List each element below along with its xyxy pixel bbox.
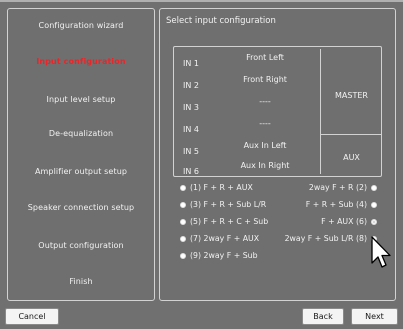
option-3-radio[interactable]: (3) F + R + Sub L/R — [180, 200, 266, 209]
step-speaker-connection-setup[interactable]: Speaker connection setup — [8, 194, 154, 220]
step-configuration-wizard[interactable]: Configuration wizard — [8, 12, 154, 38]
option-label: (7) 2way F + AUX — [190, 234, 260, 243]
step-finish[interactable]: Finish — [8, 268, 154, 294]
channel-name: ---- — [259, 97, 271, 106]
option-label: F + AUX (6) — [321, 217, 367, 226]
step-input-level-setup[interactable]: Input level setup — [8, 86, 154, 112]
channel-name: Aux In Right — [240, 161, 290, 170]
option-4-radio[interactable]: F + R + Sub (4) — [306, 200, 377, 209]
input-label: IN 2 — [183, 81, 199, 90]
option-9-radio[interactable]: (9) 2way F + Sub — [180, 251, 258, 260]
radio-icon[interactable] — [180, 184, 186, 191]
option-2-radio[interactable]: 2way F + R (2) — [309, 183, 377, 192]
input-label: IN 6 — [183, 167, 199, 176]
cancel-button[interactable]: Cancel — [5, 308, 59, 325]
input-label: IN 5 — [183, 147, 199, 156]
wizard-steps-panel: Configuration wizard Input configuration… — [7, 8, 155, 301]
step-input-configuration[interactable]: Input configuration — [8, 48, 154, 74]
option-7-radio[interactable]: (7) 2way F + AUX — [180, 234, 259, 243]
option-label: (1) F + R + AUX — [190, 183, 253, 192]
radio-icon[interactable] — [371, 184, 377, 191]
next-button[interactable]: Next — [351, 308, 398, 325]
radio-icon[interactable] — [180, 235, 186, 242]
option-6-radio[interactable]: F + AUX (6) — [321, 217, 377, 226]
radio-selected-icon[interactable] — [371, 218, 377, 225]
radio-icon[interactable] — [180, 218, 186, 225]
option-label: (5) F + R + C + Sub — [190, 217, 269, 226]
window-top-edge — [0, 0, 403, 2]
option-8-radio[interactable]: 2way F + Sub L/R (8) — [285, 234, 377, 243]
step-output-configuration[interactable]: Output configuration — [8, 232, 154, 258]
aux-group-label: AUX — [343, 153, 360, 162]
group-divider — [320, 134, 381, 135]
panel-title: Select input configuration — [166, 16, 276, 26]
channel-name: ---- — [259, 119, 271, 128]
radio-icon[interactable] — [371, 201, 377, 208]
input-label: IN 4 — [183, 125, 199, 134]
option-5-radio[interactable]: (5) F + R + C + Sub — [180, 217, 268, 226]
input-configuration-panel: Select input configuration IN 1 Front Le… — [159, 8, 396, 301]
option-1-radio[interactable]: (1) F + R + AUX — [180, 183, 253, 192]
radio-icon[interactable] — [180, 201, 186, 208]
option-label: (3) F + R + Sub L/R — [190, 200, 267, 209]
master-group-label: MASTER — [335, 91, 368, 100]
channel-name: Aux In Left — [243, 141, 287, 150]
option-label: 2way F + Sub L/R (8) — [284, 234, 367, 243]
step-amplifier-output-setup[interactable]: Amplifier output setup — [8, 158, 154, 184]
channel-name: Front Right — [243, 75, 287, 84]
mouse-pointer-icon — [371, 236, 391, 268]
step-de-equalization[interactable]: De-equalization — [8, 120, 154, 146]
input-label: IN 1 — [183, 59, 199, 68]
option-label: (9) 2way F + Sub — [190, 251, 258, 260]
input-label: IN 3 — [183, 103, 199, 112]
channel-name: Front Left — [246, 53, 284, 62]
option-label: F + R + Sub (4) — [305, 200, 367, 209]
option-label: 2way F + R (2) — [308, 183, 367, 192]
back-button[interactable]: Back — [302, 308, 344, 325]
radio-icon[interactable] — [180, 252, 186, 259]
input-mapping-table: IN 1 Front Left IN 2 Front Right IN 3 --… — [173, 46, 382, 177]
